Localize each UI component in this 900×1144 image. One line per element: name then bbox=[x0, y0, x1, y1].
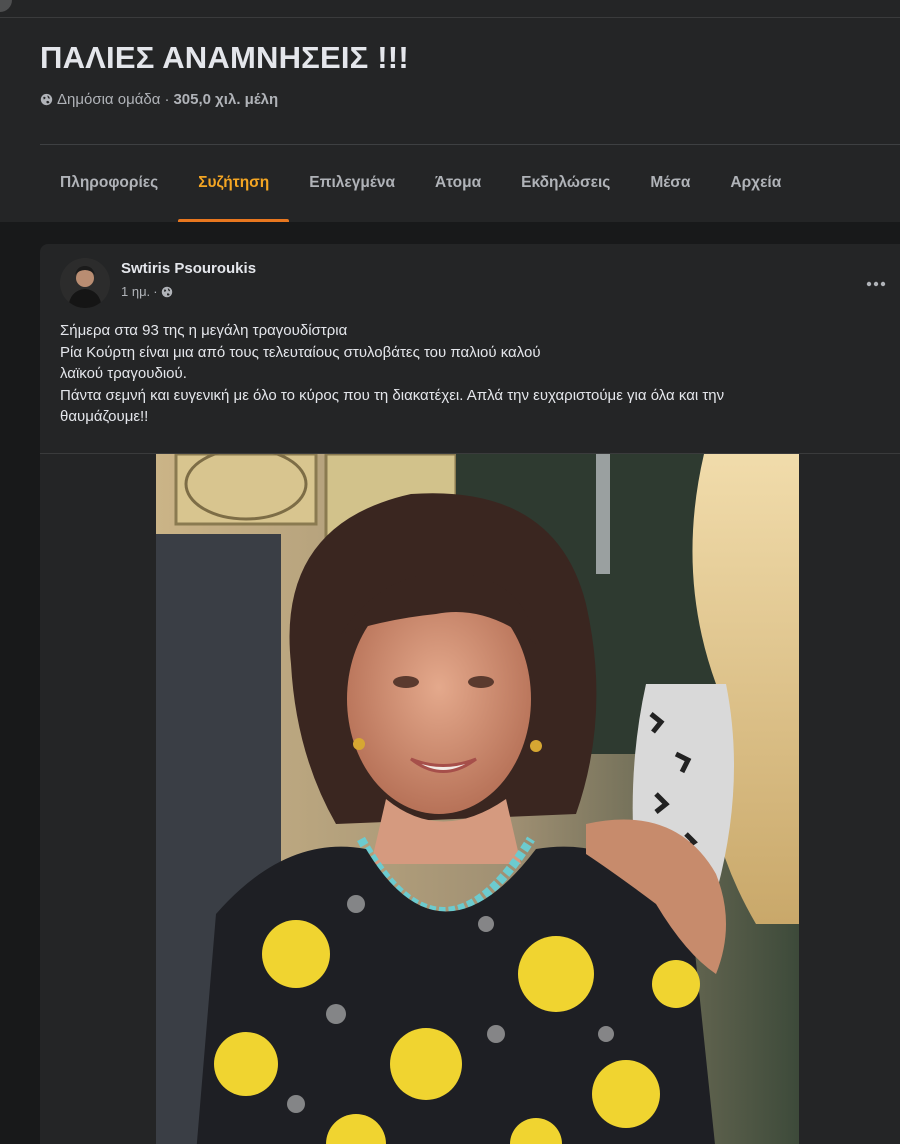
post-time[interactable]: 1 ημ. bbox=[121, 284, 150, 299]
post-text: Σήμερα στα 93 της η μεγάλη τραγουδίστρια… bbox=[60, 320, 900, 428]
post-meta-separator: · bbox=[153, 284, 158, 299]
post-line: Πάντα σεμνή και ευγενική με όλο το κύρος… bbox=[60, 386, 725, 404]
post-author[interactable]: Swtiris Psouroukis bbox=[121, 260, 256, 277]
tab-featured[interactable]: Επιλεγμένα bbox=[289, 145, 415, 222]
group-members[interactable]: 305,0 χιλ. μέλη bbox=[173, 91, 278, 108]
tab-files[interactable]: Αρχεία bbox=[710, 145, 801, 222]
globe-icon bbox=[161, 286, 172, 297]
group-title[interactable]: ΠΑΛΙΕΣ ΑΝΑΜΝΗΣΕΙΣ !!! bbox=[40, 40, 409, 76]
group-tabs: Πληροφορίες Συζήτηση Επιλεγμένα Άτομα Εκ… bbox=[40, 145, 801, 222]
group-meta: Δημόσια ομάδα · 305,0 χιλ. μέλη bbox=[40, 91, 278, 108]
avatar-image bbox=[60, 258, 110, 308]
tab-about[interactable]: Πληροφορίες bbox=[40, 145, 178, 222]
post-line: Σήμερα στα 93 της η μεγάλη τραγουδίστρια bbox=[60, 322, 348, 339]
top-bar bbox=[0, 0, 900, 18]
post-photo[interactable] bbox=[156, 454, 799, 1144]
tab-discussion[interactable]: Συζήτηση bbox=[178, 145, 290, 222]
tab-media[interactable]: Μέσα bbox=[630, 145, 710, 222]
more-options-button[interactable] bbox=[858, 266, 894, 302]
tab-people[interactable]: Άτομα bbox=[415, 145, 501, 222]
post-line: λαϊκού τραγουδιού. bbox=[60, 365, 187, 382]
feed-post: Swtiris Psouroukis 1 ημ. · Σήμερα στα 93… bbox=[40, 244, 900, 1144]
tab-events[interactable]: Εκδηλώσεις bbox=[501, 145, 630, 222]
globe-icon bbox=[40, 93, 53, 106]
more-icon bbox=[866, 281, 886, 287]
post-media bbox=[40, 453, 900, 1144]
meta-separator: · bbox=[164, 91, 170, 108]
post-meta: 1 ημ. · bbox=[121, 284, 173, 299]
group-header: ΠΑΛΙΕΣ ΑΝΑΜΝΗΣΕΙΣ !!! Δημόσια ομάδα · 30… bbox=[0, 18, 900, 222]
post-line: θαυμάζουμε!! bbox=[60, 408, 149, 425]
post-photo-image bbox=[156, 454, 799, 1144]
avatar[interactable] bbox=[60, 258, 110, 308]
back-icon[interactable] bbox=[0, 0, 12, 12]
post-line: Ρία Κούρτη είναι μια από τους τελευταίου… bbox=[60, 343, 541, 361]
group-privacy[interactable]: Δημόσια ομάδα bbox=[57, 91, 160, 108]
